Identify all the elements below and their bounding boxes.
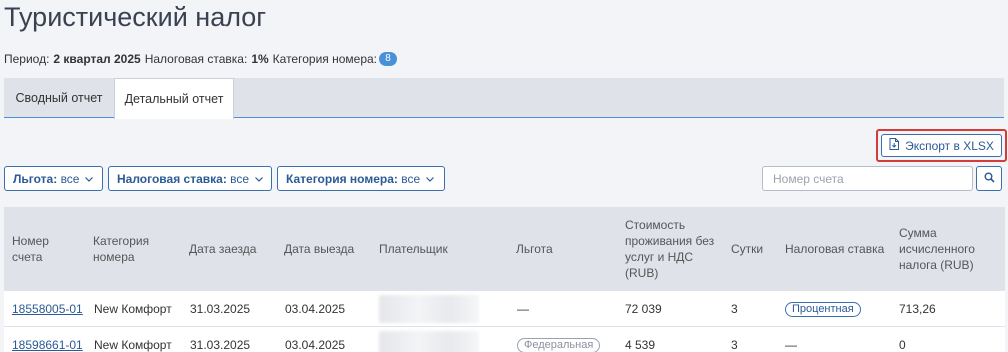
rate-value: 1% <box>251 52 269 66</box>
benefit-badge: Федеральная <box>517 337 601 352</box>
rate-label: Налоговая ставка: <box>144 52 248 66</box>
header-benefit: Льгота <box>516 242 553 256</box>
cell-checkin: 31.03.2025 <box>190 302 251 316</box>
category-count-badge: 8 <box>379 52 398 66</box>
export-label: Экспорт в XLSX <box>905 138 994 153</box>
header-tax-sum: Сумма исчисленного налога (RUB) <box>899 226 975 272</box>
export-xlsx-button[interactable]: Экспорт в XLSX <box>881 134 1002 157</box>
header-checkin: Дата заезда <box>189 242 257 256</box>
filter-tax-rate[interactable]: Налоговая ставка: все <box>108 166 272 191</box>
table-header: Номер счета Категория номера Дата заезда… <box>4 207 1005 291</box>
export-highlight: Экспорт в XLSX <box>876 129 1007 162</box>
payer-redacted <box>379 295 479 323</box>
filter-benefit-label: Льгота: <box>13 171 58 186</box>
header-account: Номер счета <box>12 234 49 264</box>
table-row[interactable]: 18598661-01 New Комфорт 31.03.2025 03.04… <box>4 327 1005 352</box>
search-button[interactable] <box>976 166 1002 191</box>
chevron-down-icon <box>255 174 264 184</box>
category-label: Категория номера: <box>272 52 378 66</box>
cell-benefit: — <box>517 302 529 316</box>
period-label: Период: <box>4 52 50 66</box>
report-tabs: Сводный отчет Детальный отчет <box>4 78 1004 119</box>
account-search-input[interactable] <box>762 166 973 191</box>
cell-checkout: 03.04.2025 <box>285 338 346 352</box>
filter-room-category-value: все <box>401 171 421 186</box>
filter-benefit-value: все <box>60 171 80 186</box>
header-days: Сутки <box>731 242 764 256</box>
cell-cost: 4 539 <box>625 338 656 352</box>
search-icon <box>984 170 995 188</box>
cell-checkin: 31.03.2025 <box>190 338 251 352</box>
filter-room-category[interactable]: Категория номера: все <box>277 166 445 191</box>
table-row[interactable]: 18558005-01 New Комфорт 31.03.2025 03.04… <box>4 291 1005 327</box>
cell-days: 3 <box>731 302 738 316</box>
cell-tax-rate: — <box>785 338 797 352</box>
file-icon <box>889 138 900 153</box>
detail-table: Номер счета Категория номера Дата заезда… <box>4 207 1005 352</box>
cell-days: 3 <box>731 338 738 352</box>
tax-rate-badge: Процентная <box>785 301 861 317</box>
cell-tax-sum: 713,26 <box>899 302 936 316</box>
filter-benefit[interactable]: Льгота: все <box>4 166 103 191</box>
tab-summary-report[interactable]: Сводный отчет <box>4 78 114 118</box>
tab-detailed-report[interactable]: Детальный отчет <box>114 78 234 119</box>
cell-cost: 72 039 <box>625 302 662 316</box>
filter-tax-rate-value: все <box>230 171 250 186</box>
cell-category: New Комфорт <box>94 302 172 316</box>
filter-room-category-label: Категория номера: <box>286 171 398 186</box>
page-title: Туристический налог <box>4 2 267 32</box>
report-info: Период: 2 квартал 2025 Налоговая ставка:… <box>4 52 398 66</box>
header-checkout: Дата выезда <box>284 242 355 256</box>
account-link[interactable]: 18598661-01 <box>12 338 83 352</box>
period-value: 2 квартал 2025 <box>53 52 141 66</box>
cell-checkout: 03.04.2025 <box>285 302 346 316</box>
header-tax-rate: Налоговая ставка <box>785 242 885 256</box>
chevron-down-icon <box>85 174 94 184</box>
account-link[interactable]: 18558005-01 <box>12 302 83 316</box>
header-payer: Плательщик <box>379 242 448 256</box>
cell-tax-sum: 0 <box>899 338 906 352</box>
chevron-down-icon <box>426 174 435 184</box>
cell-category: New Комфорт <box>94 338 172 352</box>
header-cost: Стоимость проживания без услуг и НДС (RU… <box>625 218 715 280</box>
payer-redacted <box>379 331 479 352</box>
header-category: Категория номера <box>93 234 150 264</box>
filter-tax-rate-label: Налоговая ставка: <box>117 171 227 186</box>
